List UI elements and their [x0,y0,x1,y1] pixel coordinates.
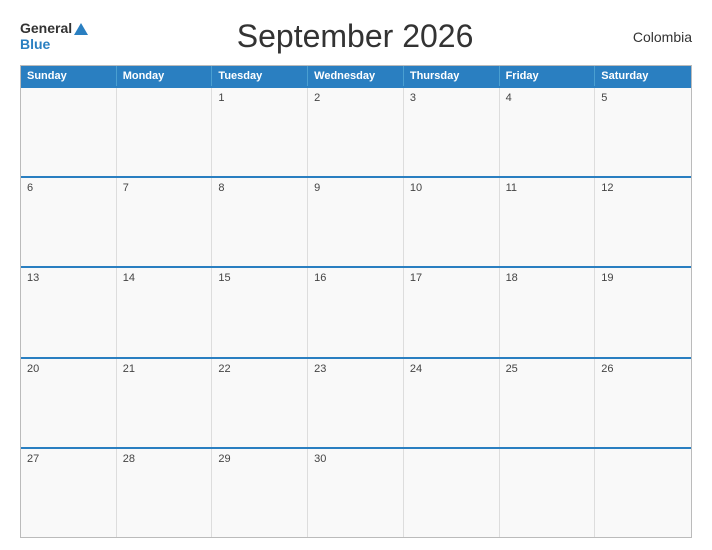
day-number: 19 [601,272,613,284]
day-cell: 24 [404,359,500,447]
weeks-container: 1234567891011121314151617181920212223242… [21,86,691,537]
day-number: 18 [506,272,518,284]
day-number: 15 [218,272,230,284]
day-cell [595,449,691,537]
day-number: 17 [410,272,422,284]
day-header-monday: Monday [117,66,213,86]
day-number: 7 [123,182,129,194]
day-cell: 15 [212,268,308,356]
day-cell [404,449,500,537]
day-number: 27 [27,453,39,465]
day-cell: 5 [595,88,691,176]
day-number: 14 [123,272,135,284]
day-number: 28 [123,453,135,465]
day-cell: 30 [308,449,404,537]
day-header-thursday: Thursday [404,66,500,86]
day-number: 13 [27,272,39,284]
day-cell [500,449,596,537]
day-headers-row: SundayMondayTuesdayWednesdayThursdayFrid… [21,66,691,86]
week-row-4: 20 21 22 23 24 25 26 [21,357,691,447]
day-cell: 25 [500,359,596,447]
day-cell: 16 [308,268,404,356]
logo-blue-text: Blue [20,37,50,52]
day-number: 16 [314,272,326,284]
day-cell: 27 [21,449,117,537]
day-number: 24 [410,363,422,375]
day-header-friday: Friday [500,66,596,86]
day-number: 26 [601,363,613,375]
day-cell: 7 [117,178,213,266]
day-number: 11 [506,182,517,194]
day-number: 9 [314,182,320,194]
page: General Blue September 2026 Colombia Sun… [0,0,712,550]
day-number: 4 [506,92,512,104]
day-number: 21 [123,363,135,375]
day-header-sunday: Sunday [21,66,117,86]
day-cell: 1 [212,88,308,176]
day-number: 12 [601,182,613,194]
day-number: 30 [314,453,326,465]
logo-triangle-icon [74,23,88,35]
day-number: 6 [27,182,33,194]
day-header-saturday: Saturday [595,66,691,86]
day-number: 3 [410,92,416,104]
day-number: 25 [506,363,518,375]
day-cell: 19 [595,268,691,356]
week-row-5: 27 28 29 30 [21,447,691,537]
day-cell: 20 [21,359,117,447]
logo-general-text: General [20,21,72,36]
day-cell: 22 [212,359,308,447]
day-cell [21,88,117,176]
day-cell: 12 [595,178,691,266]
day-cell: 28 [117,449,213,537]
day-cell: 26 [595,359,691,447]
day-header-wednesday: Wednesday [308,66,404,86]
day-number: 1 [218,92,224,104]
day-cell: 3 [404,88,500,176]
header: General Blue September 2026 Colombia [20,18,692,55]
calendar: SundayMondayTuesdayWednesdayThursdayFrid… [20,65,692,538]
day-number: 22 [218,363,230,375]
day-number: 5 [601,92,607,104]
day-cell: 4 [500,88,596,176]
day-number: 10 [410,182,422,194]
day-cell: 2 [308,88,404,176]
logo: General Blue [20,21,88,52]
day-cell: 13 [21,268,117,356]
day-cell: 29 [212,449,308,537]
country-label: Colombia [622,29,692,45]
week-row-1: 1 2 3 4 5 [21,86,691,176]
day-number: 8 [218,182,224,194]
day-cell [117,88,213,176]
day-cell: 21 [117,359,213,447]
day-cell: 8 [212,178,308,266]
day-cell: 10 [404,178,500,266]
day-cell: 23 [308,359,404,447]
day-header-tuesday: Tuesday [212,66,308,86]
week-row-2: 6 7 8 9 10 11 12 [21,176,691,266]
day-number: 20 [27,363,39,375]
day-cell: 11 [500,178,596,266]
day-cell: 6 [21,178,117,266]
calendar-title: September 2026 [88,18,622,55]
day-cell: 14 [117,268,213,356]
day-number: 29 [218,453,230,465]
day-cell: 9 [308,178,404,266]
day-cell: 17 [404,268,500,356]
day-number: 23 [314,363,326,375]
day-cell: 18 [500,268,596,356]
day-number: 2 [314,92,320,104]
week-row-3: 13 14 15 16 17 18 19 [21,266,691,356]
